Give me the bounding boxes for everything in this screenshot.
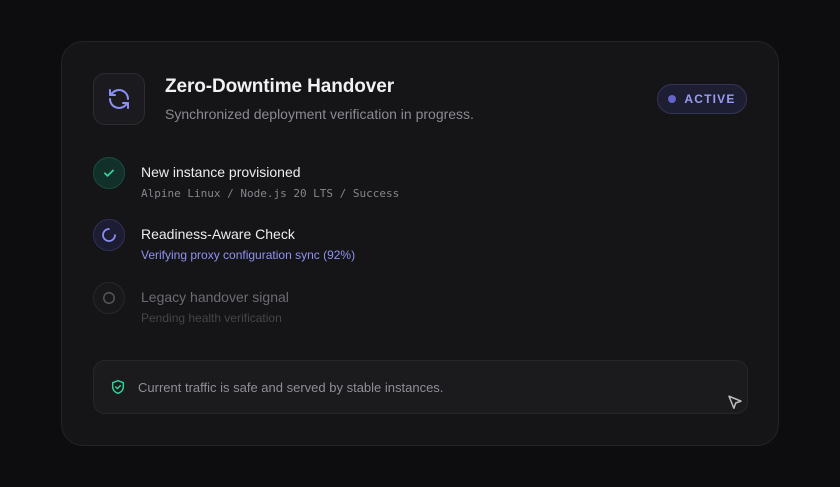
status-badge-label: ACTIVE: [684, 92, 736, 106]
step-title: Readiness-Aware Check: [141, 226, 295, 242]
step-status-icon: [93, 282, 125, 314]
step-subtitle: Verifying proxy configuration sync (92%): [141, 248, 356, 262]
refresh-icon: [109, 89, 129, 109]
check-icon: [104, 169, 114, 177]
status-dot-icon: [668, 95, 677, 103]
step-title: Legacy handover signal: [141, 289, 289, 305]
handover-card: Zero-Downtime Handover Synchronized depl…: [61, 41, 779, 446]
traffic-status-text: Current traffic is safe and served by st…: [138, 380, 444, 395]
mouse-pointer-icon: [728, 395, 742, 409]
traffic-status-banner: Current traffic is safe and served by st…: [93, 360, 748, 414]
shield-check-icon: [111, 379, 125, 395]
page-subtitle: Synchronized deployment verification in …: [165, 106, 474, 122]
spinner-icon: [102, 228, 116, 242]
circle-icon: [103, 292, 115, 304]
step-status-icon: [93, 219, 125, 251]
step-subtitle: Pending health verification: [141, 311, 282, 325]
header-icon-box: [93, 73, 145, 125]
status-badge: ACTIVE: [657, 84, 747, 114]
step-title: New instance provisioned: [141, 164, 301, 180]
page-title: Zero-Downtime Handover: [165, 76, 394, 97]
step-subtitle: Alpine Linux / Node.js 20 LTS / Success: [141, 187, 400, 200]
step-status-icon: [93, 157, 125, 189]
